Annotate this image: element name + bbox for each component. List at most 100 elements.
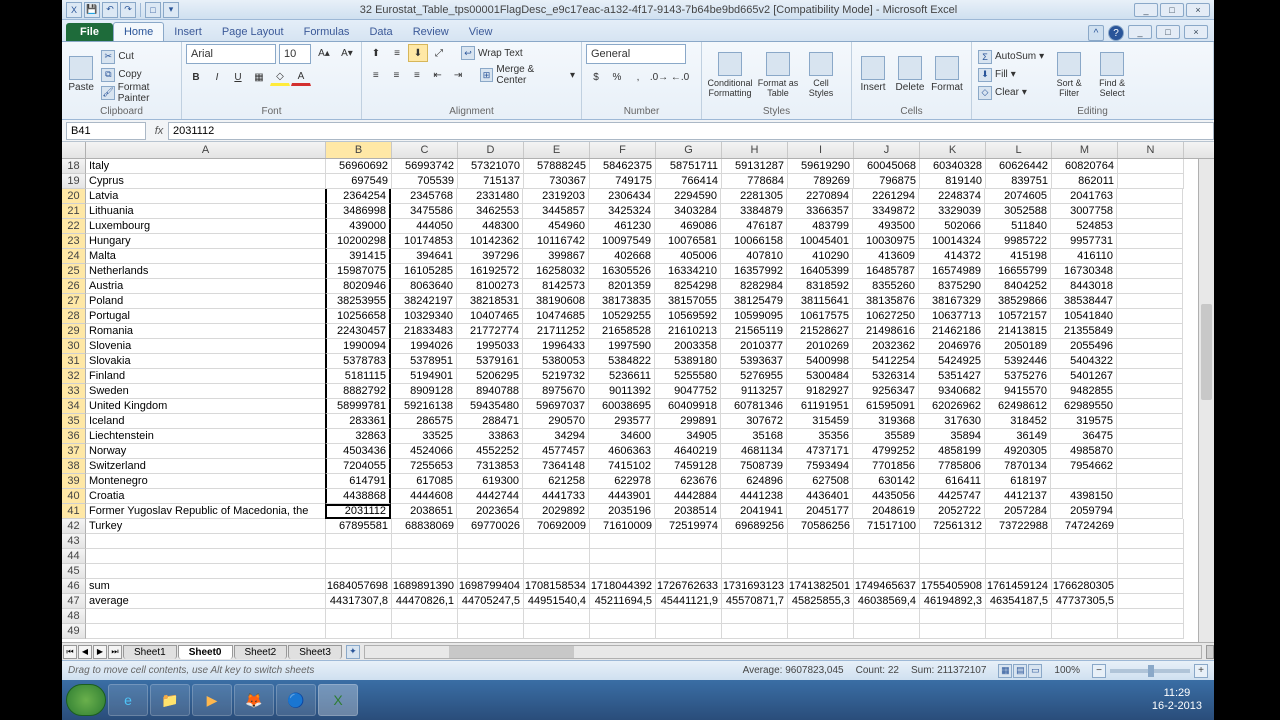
cell[interactable] [1118,534,1184,549]
cell[interactable] [1117,189,1183,204]
cell[interactable]: 10569592 [655,309,721,324]
row-header[interactable]: 42 [62,519,86,534]
cell[interactable]: 5378951 [391,354,457,369]
cell[interactable]: 2331480 [457,189,523,204]
cell[interactable]: 5424925 [919,354,985,369]
sheet-tab-sheet2[interactable]: Sheet2 [234,645,288,659]
cell[interactable]: 293577 [589,414,655,429]
cell[interactable] [920,564,986,579]
excel-icon[interactable]: X [66,2,82,18]
cell[interactable]: 5206295 [457,369,523,384]
cell[interactable]: 3403284 [655,204,721,219]
cell[interactable]: 10030975 [853,234,919,249]
cell[interactable]: 5375276 [985,369,1051,384]
cell[interactable]: 10142362 [457,234,523,249]
row-header[interactable]: 33 [62,384,86,399]
cell[interactable]: 4524066 [391,444,457,459]
cell[interactable] [656,549,722,564]
cell[interactable]: 22430457 [325,324,391,339]
cell[interactable]: 796875 [854,174,920,189]
cell[interactable]: 46354187,5 [986,594,1052,609]
cell[interactable]: 8940788 [457,384,523,399]
row-header[interactable]: 25 [62,264,86,279]
tab-view[interactable]: View [459,23,503,41]
cell[interactable] [392,564,458,579]
cell[interactable]: 4425747 [919,489,985,504]
cell[interactable]: 60340328 [920,159,986,174]
cell[interactable] [1117,429,1183,444]
cell[interactable]: 47737305,5 [1052,594,1118,609]
cell[interactable] [986,564,1052,579]
cell[interactable] [1117,234,1183,249]
row-header[interactable]: 46 [62,579,86,594]
cell[interactable]: 8355260 [853,279,919,294]
cell[interactable]: 616411 [919,474,985,489]
decrease-indent-icon[interactable]: ⇤ [428,66,448,84]
cell[interactable]: 624896 [721,474,787,489]
redo-icon[interactable]: ↷ [120,2,136,18]
cell[interactable] [1117,414,1183,429]
cell[interactable]: 4577457 [523,444,589,459]
cell[interactable]: 402668 [589,249,655,264]
cell[interactable]: 34905 [655,429,721,444]
cell[interactable] [854,609,920,624]
column-header-G[interactable]: G [656,142,722,158]
cell[interactable]: Slovenia [86,339,326,354]
cell[interactable]: 405006 [655,249,721,264]
font-size-select[interactable]: 10 [279,44,311,64]
cell[interactable]: 416110 [1051,249,1117,264]
cell[interactable]: Liechtenstein [86,429,326,444]
cell[interactable]: 10076581 [655,234,721,249]
cell[interactable]: 511840 [985,219,1051,234]
cell[interactable] [326,534,392,549]
cell[interactable]: 2319203 [523,189,589,204]
cell[interactable]: 46038569,4 [854,594,920,609]
cell[interactable] [986,549,1052,564]
cell[interactable]: 9415570 [985,384,1051,399]
cell[interactable] [1117,264,1183,279]
cell[interactable]: 44705247,5 [458,594,524,609]
insert-cells-button[interactable]: Insert [856,48,890,102]
cell[interactable]: 410290 [787,249,853,264]
cell[interactable]: 290570 [523,414,589,429]
cell[interactable] [656,609,722,624]
cell[interactable]: Malta [86,249,326,264]
cell[interactable]: 461230 [589,219,655,234]
cell[interactable] [524,609,590,624]
row-header[interactable]: 22 [62,219,86,234]
undo-icon[interactable]: ↶ [102,2,118,18]
cell[interactable] [1052,564,1118,579]
cell[interactable]: 4737171 [787,444,853,459]
shrink-font-icon[interactable]: A▾ [337,44,357,62]
start-button[interactable] [66,684,106,716]
taskbar-excel-icon[interactable]: X [318,684,358,716]
cell[interactable]: 10529255 [589,309,655,324]
cell[interactable] [1117,279,1183,294]
cell[interactable]: 1708158534 [524,579,590,594]
cell[interactable]: 8201359 [589,279,655,294]
cell[interactable]: 8975670 [523,384,589,399]
cell[interactable]: 10200298 [325,234,391,249]
font-name-select[interactable]: Arial [186,44,276,64]
cell[interactable] [788,564,854,579]
autosum-button[interactable]: ΣAutoSum▾ [976,49,1046,65]
cell[interactable]: 7593494 [787,459,853,474]
taskbar-media-icon[interactable]: ▶ [192,684,232,716]
column-header-N[interactable]: N [1118,142,1184,158]
cell[interactable]: 59216138 [391,399,457,414]
cell[interactable]: 2248374 [919,189,985,204]
cell[interactable] [1117,339,1183,354]
cell[interactable] [1052,609,1118,624]
underline-button[interactable]: U [228,68,248,86]
cell[interactable] [524,564,590,579]
cell[interactable]: 1766280305 [1052,579,1118,594]
cell[interactable] [788,549,854,564]
cell[interactable]: 16730348 [1051,264,1117,279]
cell[interactable] [722,609,788,624]
cell[interactable]: 16357992 [721,264,787,279]
cell[interactable] [86,609,326,624]
cell[interactable]: 502066 [919,219,985,234]
clear-button[interactable]: ◇Clear▾ [976,85,1046,101]
cell[interactable]: 44951540,4 [524,594,590,609]
cell[interactable]: 307672 [721,414,787,429]
